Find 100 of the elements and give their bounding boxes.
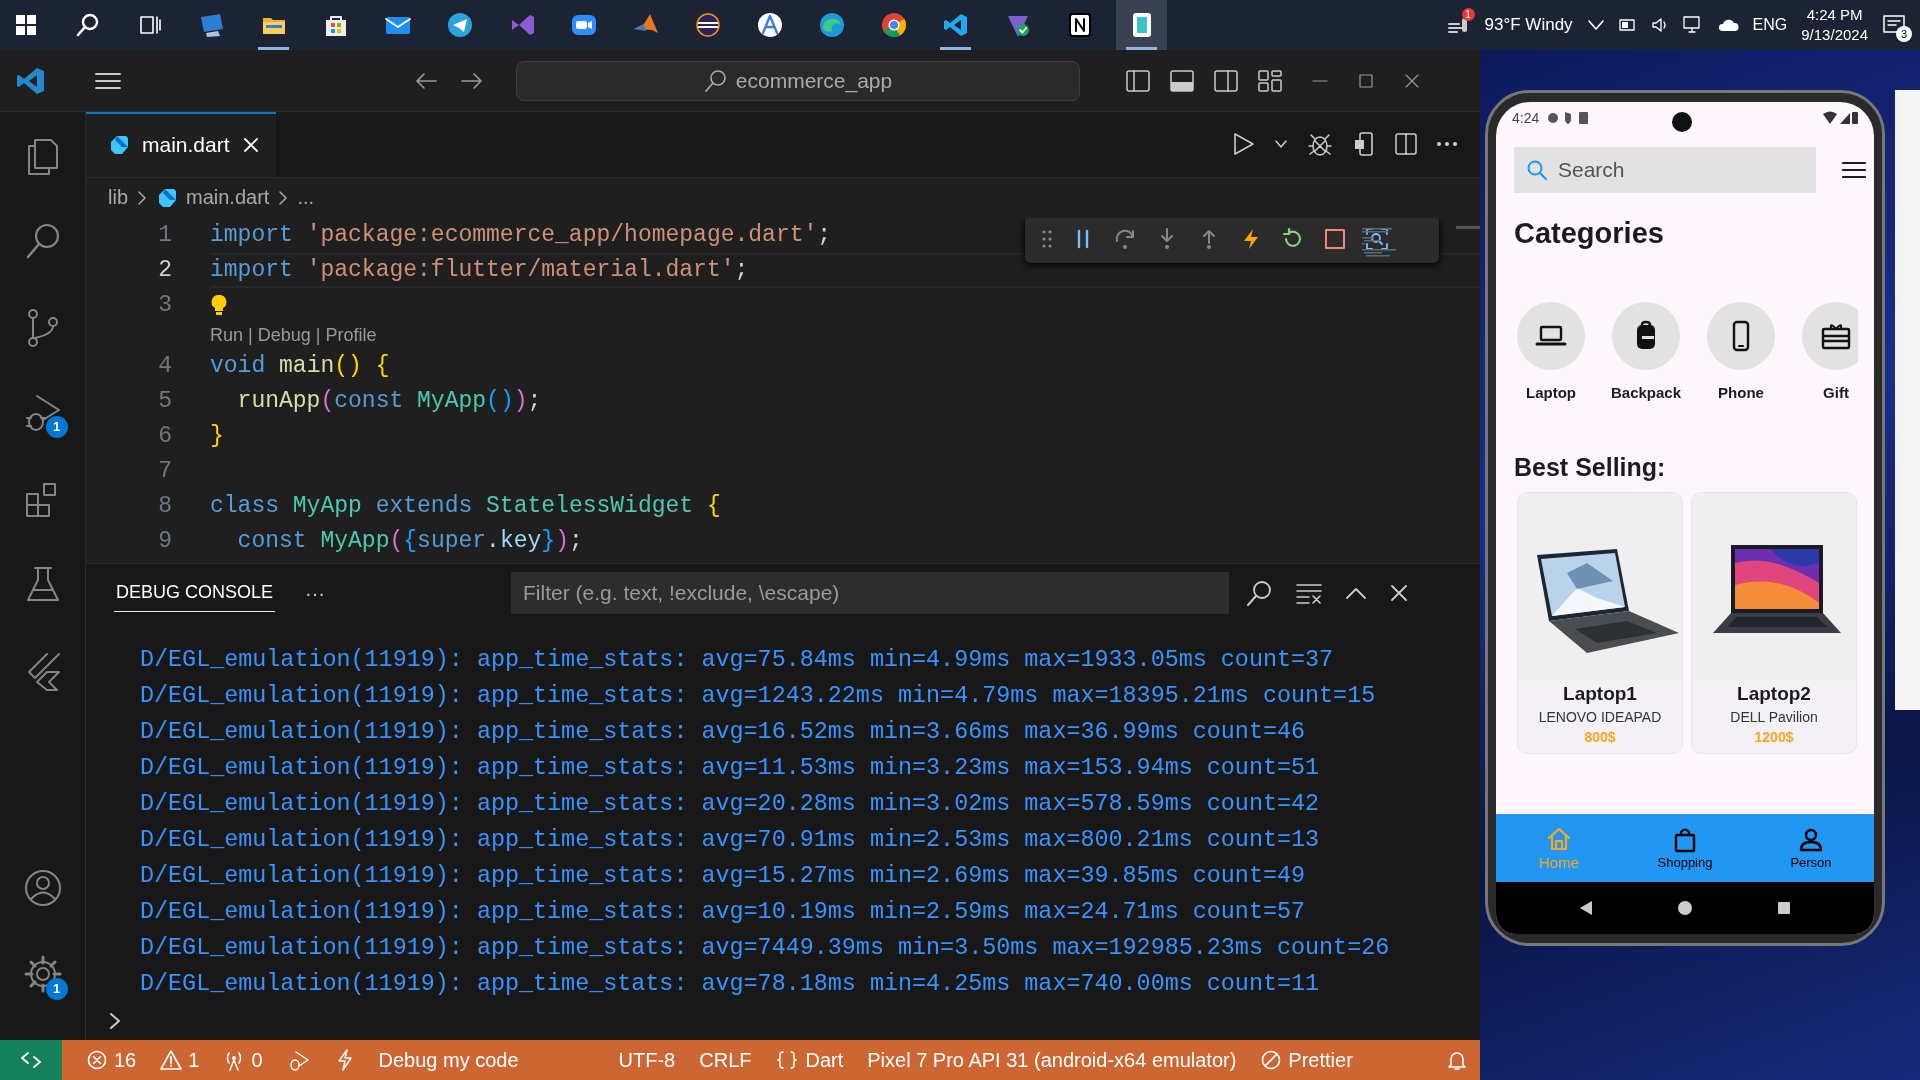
drag-handle-icon[interactable] — [1041, 228, 1053, 249]
menu-icon[interactable] — [1842, 161, 1866, 179]
device-icon[interactable] — [1352, 131, 1376, 158]
prompt-chevron-icon[interactable] — [108, 1011, 122, 1031]
more-actions[interactable]: ··· — [305, 581, 326, 605]
editor-tab[interactable]: main.dart — [86, 112, 276, 177]
volume-icon[interactable] — [1650, 17, 1669, 33]
status-item[interactable]: Prettier — [1248, 1040, 1365, 1080]
vscode-logo-icon — [16, 65, 46, 96]
paper-plane-icon — [445, 11, 474, 39]
panel-tab[interactable]: DEBUG CONSOLE — [114, 574, 276, 612]
product-card[interactable]: Laptop1 LENOVO IDEAPAD 800$ — [1517, 492, 1683, 754]
battery-icon[interactable] — [1618, 19, 1637, 31]
taskbar-button[interactable] — [1116, 0, 1167, 50]
search-field[interactable]: Search — [1514, 147, 1816, 193]
console-line: D/EGL_emulation(11919): app_time_stats: avg=11.53ms min=3.23ms max=153.94ms count=51 — [140, 754, 1321, 783]
line-number: 8 — [158, 493, 172, 520]
console-line: D/EGL_emulation(11919): app_time_stats: avg=75.84ms min=4.99ms max=1933.05ms count=37 — [140, 646, 1335, 675]
stop-icon[interactable] — [1323, 226, 1347, 251]
clear-console-icon[interactable] — [1295, 582, 1324, 604]
filter-field[interactable]: Filter (e.g. text, !exclude, \escape) — [511, 572, 1230, 614]
recents-icon[interactable] — [1776, 900, 1793, 916]
forward-arrow-icon[interactable] — [460, 70, 484, 91]
signal-icon — [1822, 111, 1858, 125]
chevron-up-icon[interactable] — [1586, 19, 1605, 31]
chevron-right-icon — [277, 189, 290, 206]
breadcrumb-item[interactable]: ... — [297, 186, 315, 210]
menu-icon[interactable] — [94, 70, 122, 91]
line-number: 4 — [158, 353, 172, 380]
code-line: import 'package:flutter/material.dart'; — [210, 255, 749, 285]
console-line: D/EGL_emulation(11919): app_time_stats: avg=16.52ms min=3.66ms max=36.99ms count=46 — [140, 718, 1307, 747]
status-item[interactable]: UTF-8 — [606, 1040, 688, 1080]
category-button[interactable] — [1802, 302, 1858, 370]
status-text: 1 — [188, 1048, 200, 1072]
more-icon[interactable] — [1436, 141, 1458, 148]
command-center[interactable]: ecommerce_app — [516, 60, 1080, 101]
panel-toggle-icon[interactable] — [1170, 69, 1194, 92]
status-item[interactable]: Dart — [763, 1040, 856, 1080]
weather-text[interactable]: 93°F Windy — [1484, 15, 1573, 35]
breadcrumb-item[interactable]: main.dart — [186, 186, 270, 210]
sidebar-toggle-icon[interactable] — [1126, 69, 1150, 92]
status-item[interactable]: Pixel 7 Pro API 31 (android-x64 emulator) — [855, 1040, 1249, 1080]
scrollbar-thumb[interactable] — [1456, 225, 1480, 229]
notification-icon[interactable] — [1882, 14, 1906, 36]
code-editor-icon — [941, 11, 970, 39]
nav-tab[interactable]: Shopping — [1622, 814, 1748, 882]
chevron-right-icon — [136, 189, 148, 206]
clock-date[interactable]: 9/13/2024 — [1801, 25, 1868, 45]
search-icon[interactable] — [1245, 579, 1274, 607]
back-arrow-icon[interactable] — [414, 70, 438, 91]
product-card[interactable]: Laptop2 DELL Pavilion 1200$ — [1691, 492, 1857, 754]
chrome-icon — [879, 11, 908, 39]
notification-count: 3 — [1896, 26, 1912, 42]
status-item[interactable]: CRLF — [687, 1040, 764, 1080]
console-line: D/EGL_emulation(11919): app_time_stats: avg=1243.22ms min=4.79ms max=18395.21ms count=15 — [140, 682, 1377, 711]
layout-icon[interactable] — [1258, 69, 1282, 92]
status-item[interactable]: Debug my code — [366, 1040, 531, 1080]
remote-icon — [20, 1049, 42, 1071]
chevron-down-icon[interactable] — [1274, 139, 1288, 150]
section-heading: Categories — [1513, 216, 1665, 250]
breadcrumb-item[interactable]: lib — [108, 186, 128, 210]
code-line: const MyApp({super.key}); — [236, 526, 583, 556]
nav-tab[interactable]: Person — [1748, 814, 1874, 882]
category-label: Backpack — [1610, 384, 1682, 401]
status-text: 0 — [251, 1048, 263, 1072]
console-line: D/EGL_emulation(11919): app_time_stats: avg=70.91ms min=2.53ms max=800.21ms count=13 — [140, 826, 1321, 855]
status-item[interactable]: 0 — [211, 1040, 275, 1080]
chevron-up-icon[interactable] — [1345, 586, 1368, 600]
cloud-icon[interactable] — [1716, 18, 1739, 32]
close-icon[interactable] — [241, 136, 260, 155]
remote-button[interactable] — [0, 1040, 62, 1080]
console-line: D/EGL_emulation(11919): app_time_stats: avg=10.19ms min=2.59ms max=24.71ms count=57 — [140, 898, 1307, 927]
line-number: 9 — [158, 528, 172, 555]
home-button-icon[interactable] — [1677, 900, 1693, 916]
product-price: 800$ — [1584, 729, 1616, 745]
category-label: Laptop — [1526, 384, 1576, 401]
product-price: 1200$ — [1754, 729, 1794, 745]
close-icon[interactable] — [1404, 72, 1420, 89]
status-text: Prettier — [1288, 1048, 1353, 1072]
split-editor-icon[interactable] — [1394, 132, 1418, 157]
alert-badge: 1 — [1461, 8, 1475, 21]
code-line: runApp(const MyApp()); — [236, 386, 542, 416]
codelens-links[interactable]: Run | Debug | Profile — [210, 325, 377, 347]
display-icon[interactable] — [1682, 16, 1703, 34]
clock-time[interactable]: 4:24 PM — [1801, 5, 1868, 25]
warning-icon — [160, 1049, 183, 1071]
lightbulb-icon[interactable] — [210, 293, 228, 318]
language-indicator[interactable]: ENG — [1752, 16, 1788, 34]
status-item[interactable]: 1 — [148, 1040, 212, 1080]
maximize-icon[interactable] — [1358, 72, 1374, 89]
line-number: 3 — [158, 292, 172, 319]
status-item[interactable]: 16 — [74, 1040, 149, 1080]
dart-file-icon — [156, 186, 178, 209]
code-line: class MyApp extends StatelessWidget { — [210, 491, 721, 521]
line-number: 1 — [158, 222, 172, 249]
secondary-sidebar-icon[interactable] — [1214, 69, 1238, 92]
shopping-bag-icon — [1672, 826, 1698, 853]
error-icon — [86, 1049, 108, 1071]
close-icon[interactable] — [1389, 583, 1410, 603]
prohibited-icon — [1260, 1049, 1283, 1071]
